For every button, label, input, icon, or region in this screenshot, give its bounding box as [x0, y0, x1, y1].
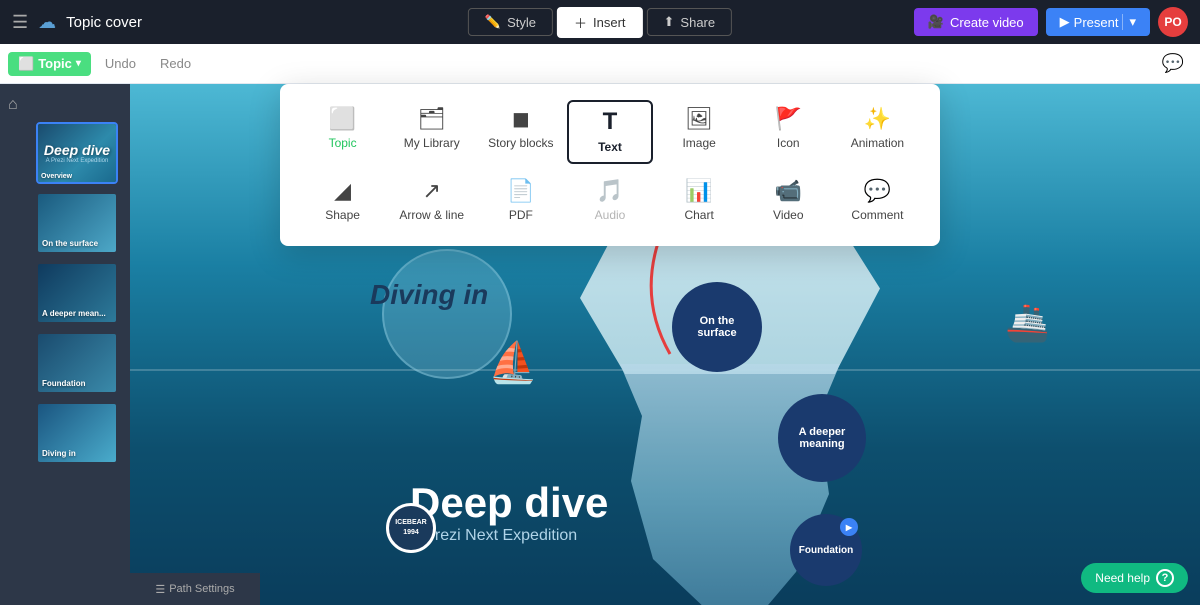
insert-comment-item[interactable]: 💬 Comment — [835, 172, 920, 230]
slide-thumb-1[interactable]: On the surface — [36, 192, 118, 254]
insert-dropdown: ⬜ Topic 🗂 My Library ◼ Story blocks T Te… — [280, 84, 940, 246]
pencil-icon: ✏️ — [485, 14, 501, 30]
path-settings-icon: ☰ — [155, 583, 165, 596]
insert-video-item[interactable]: 📹 Video — [746, 172, 831, 230]
topic-badge[interactable]: ⬜ Topic ▾ — [8, 52, 91, 76]
sailboat: ⛵ — [488, 339, 538, 386]
play-icon: ▶ — [1060, 14, 1070, 30]
topic-insert-icon: ⬜ — [329, 108, 356, 130]
on-surface-circle[interactable]: On the surface — [672, 282, 762, 372]
insert-animation-item[interactable]: ✨ Animation — [835, 100, 920, 164]
insert-text-item[interactable]: T Text — [567, 100, 652, 164]
topbar-right: 🎥 Create video ▶ Present ▾ PO — [914, 7, 1188, 37]
slide-row-3: 3 Foundation ▶ — [0, 332, 130, 394]
topic-icon: ⬜ — [18, 56, 34, 72]
plus-icon: ＋ — [574, 13, 587, 32]
page-title: Topic cover — [66, 14, 142, 31]
cargo-ship: 🚢 — [1005, 302, 1050, 344]
image-icon: 🖼 — [685, 108, 713, 130]
insert-chart-item[interactable]: 📊 Chart — [657, 172, 742, 230]
avatar[interactable]: PO — [1158, 7, 1188, 37]
present-button[interactable]: ▶ Present ▾ — [1046, 8, 1150, 36]
need-help-button[interactable]: Need help ? — [1081, 563, 1188, 593]
style-tab[interactable]: ✏️ Style — [468, 8, 553, 36]
slide-row-2: 2 A deeper mean... — [0, 262, 130, 324]
insert-arrow-line-item[interactable]: ↗ Arrow & line — [389, 172, 474, 230]
icebear-logo: ICEBEAR 1994 — [386, 503, 436, 553]
deep-dive-text-area: Deep dive A Prezi Next Expedition — [410, 479, 608, 545]
shape-icon: ◢ — [334, 180, 351, 202]
topbar-center-tabs: ✏️ Style ＋ Insert ⬆ Share — [468, 7, 732, 38]
share-icon: ⬆ — [664, 14, 675, 30]
sidebar: ⌂ Deep dive A Prezi Next Expedition Over… — [0, 84, 130, 605]
video-icon: 📹 — [775, 180, 802, 202]
insert-my-library-item[interactable]: 🗂 My Library — [389, 100, 474, 164]
deep-dive-subtitle: A Prezi Next Expedition — [410, 527, 608, 545]
topbar: ☰ ☁ Topic cover ✏️ Style ＋ Insert ⬆ Shar… — [0, 0, 1200, 44]
insert-shape-item[interactable]: ◢ Shape — [300, 172, 385, 230]
comment-icon-button[interactable]: 💬 — [1154, 49, 1192, 78]
slide-thumb-overview[interactable]: Deep dive A Prezi Next Expedition Overvi… — [36, 122, 118, 184]
insert-audio-item[interactable]: 🎵 Audio — [567, 172, 652, 230]
insert-icon-item[interactable]: 🚩 Icon — [746, 100, 831, 164]
library-icon: 🗂 — [418, 108, 446, 130]
slide-thumb-2[interactable]: A deeper mean... — [36, 262, 118, 324]
deep-dive-title: Deep dive — [410, 479, 608, 527]
insert-pdf-item[interactable]: 📄 PDF — [478, 172, 563, 230]
insert-tab[interactable]: ＋ Insert — [557, 7, 643, 38]
secondbar: ⬜ Topic ▾ Undo Redo 💬 — [0, 44, 1200, 84]
diving-in-text: Diving in — [370, 279, 488, 311]
comment-icon: 💬 — [1162, 53, 1184, 73]
flag-icon: 🚩 — [775, 108, 802, 130]
insert-topic-item[interactable]: ⬜ Topic — [300, 100, 385, 164]
play-circle-icon[interactable]: ▶ — [840, 518, 858, 536]
help-circle-icon: ? — [1156, 569, 1174, 587]
logo-area: ICEBEAR 1994 — [386, 503, 436, 553]
chart-icon: 📊 — [685, 180, 712, 202]
dropdown-chevron-icon: ▾ — [76, 58, 81, 69]
audio-icon: 🎵 — [596, 180, 623, 202]
slide-thumb-4[interactable]: Diving in — [36, 402, 118, 464]
home-icon[interactable]: ⌂ — [8, 96, 32, 120]
deeper-meaning-circle[interactable]: A deeper meaning — [778, 394, 866, 482]
slide-row-1: 1 On the surface — [0, 192, 130, 254]
slide-row-4: 4 Diving in — [0, 402, 130, 464]
insert-image-item[interactable]: 🖼 Image — [657, 100, 742, 164]
arrow-icon: ↗ — [422, 180, 440, 202]
redo-button[interactable]: Redo — [150, 52, 201, 75]
comment-insert-icon: 💬 — [864, 180, 891, 202]
create-video-button[interactable]: 🎥 Create video — [914, 8, 1038, 36]
pdf-icon: 📄 — [507, 180, 534, 202]
slide-thumb-3[interactable]: Foundation — [36, 332, 118, 394]
chevron-down-icon: ▾ — [1122, 14, 1136, 30]
animation-icon: ✨ — [864, 108, 891, 130]
share-tab[interactable]: ⬆ Share — [647, 8, 733, 36]
slide-row-overview: Deep dive A Prezi Next Expedition Overvi… — [0, 122, 130, 184]
story-blocks-icon: ◼ — [512, 108, 530, 130]
cloud-icon[interactable]: ☁ — [38, 12, 56, 33]
insert-story-blocks-item[interactable]: ◼ Story blocks — [478, 100, 563, 164]
video-camera-icon: 🎥 — [928, 14, 944, 30]
undo-button[interactable]: Undo — [95, 52, 146, 75]
path-settings[interactable]: ☰ Path Settings — [130, 573, 260, 605]
foundation-circle[interactable]: ▶ Foundation — [790, 514, 862, 586]
menu-icon[interactable]: ☰ — [12, 12, 28, 33]
text-insert-icon: T — [603, 110, 618, 134]
